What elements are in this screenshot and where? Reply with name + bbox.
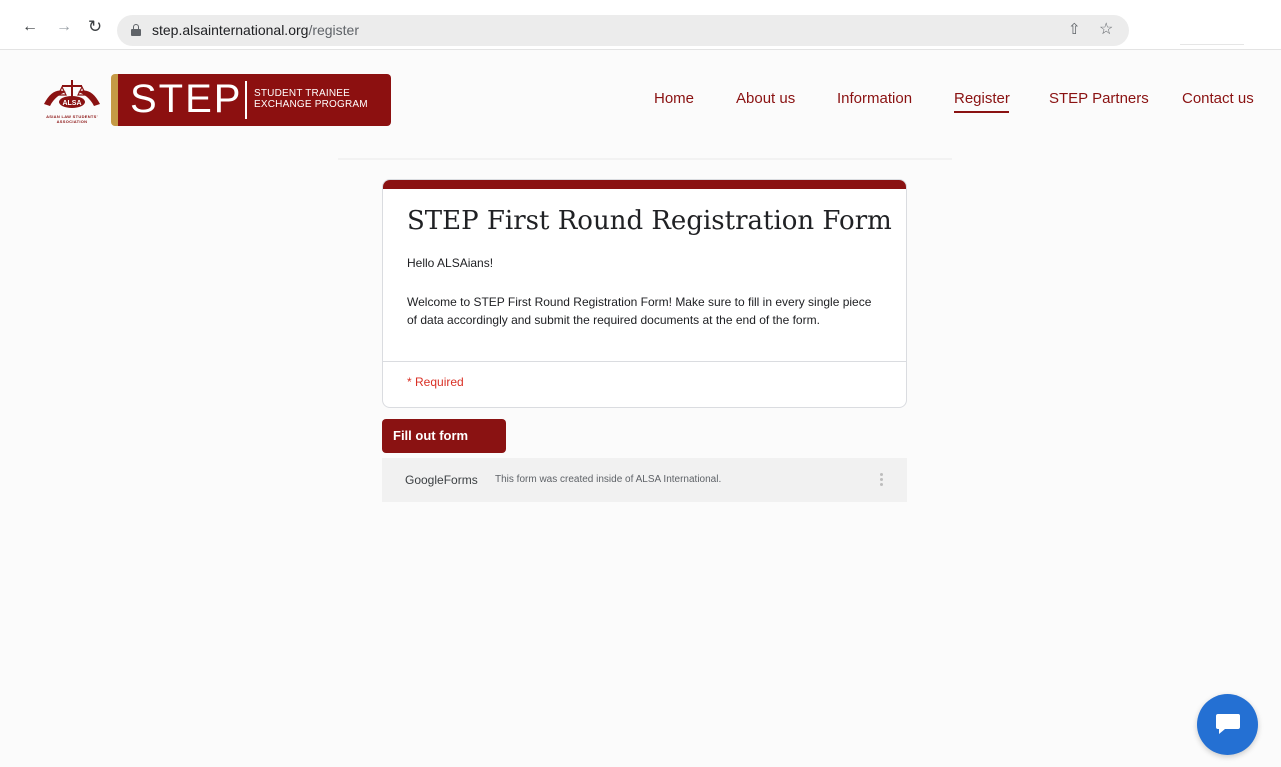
nav-information[interactable]: Information — [837, 90, 912, 107]
step-logo-divider — [245, 81, 247, 119]
form-title: STEP First Round Registration Form — [407, 206, 892, 236]
address-bar[interactable]: step.alsainternational.org/register ⇧ ☆ — [117, 15, 1129, 46]
nav-home[interactable]: Home — [654, 90, 694, 107]
share-icon[interactable]: ⇧ — [1068, 20, 1081, 38]
nav-register[interactable]: Register — [954, 90, 1010, 107]
form-origin-note: This form was created inside of ALSA Int… — [495, 474, 722, 485]
emblem-badge: ALSA — [62, 100, 81, 107]
fill-out-form-button[interactable]: Fill out form — [382, 419, 506, 453]
forward-arrow-icon[interactable]: → — [54, 17, 74, 37]
google-forms-logo[interactable]: GoogleForms — [405, 473, 478, 487]
step-logo-subtitle: STUDENT TRAINEE EXCHANGE PROGRAM — [254, 88, 368, 110]
step-logo-word: STEP — [130, 77, 243, 121]
required-note: * Required — [407, 375, 464, 389]
form-accent-bar — [383, 180, 906, 189]
form-description: Welcome to STEP First Round Registration… — [407, 295, 872, 327]
alsa-emblem-logo[interactable]: ALSA ASIAN LAW STUDENTS' ASSOCIATION — [36, 78, 108, 124]
google-forms-footer: GoogleForms This form was created inside… — [382, 458, 907, 502]
nav-active-indicator — [954, 111, 1009, 113]
reload-icon[interactable]: ↻ — [85, 17, 105, 37]
chat-button[interactable] — [1197, 694, 1258, 755]
step-logo[interactable]: STEP STUDENT TRAINEE EXCHANGE PROGRAM — [111, 74, 391, 126]
browser-toolbar: ← → ↻ step.alsainternational.org/registe… — [0, 0, 1281, 50]
nav-about-us[interactable]: About us — [736, 90, 795, 107]
chat-icon — [1216, 714, 1240, 734]
form-header-card: STEP First Round Registration Form Hello… — [382, 179, 907, 408]
lock-icon[interactable] — [131, 24, 141, 36]
form-greeting: Hello ALSAians! — [407, 256, 494, 270]
form-card-divider — [383, 361, 906, 362]
kebab-icon[interactable] — [879, 472, 883, 488]
url-text[interactable]: step.alsainternational.org/register — [152, 22, 359, 38]
header-divider — [338, 158, 952, 160]
star-icon[interactable]: ☆ — [1099, 19, 1113, 39]
emblem-caption: ASIAN LAW STUDENTS' ASSOCIATION — [46, 114, 98, 124]
toolbar-divider — [1180, 44, 1244, 45]
nav-contact-us[interactable]: Contact us — [1182, 90, 1254, 107]
back-arrow-icon[interactable]: ← — [20, 17, 40, 37]
nav-step-partners[interactable]: STEP Partners — [1049, 90, 1149, 107]
